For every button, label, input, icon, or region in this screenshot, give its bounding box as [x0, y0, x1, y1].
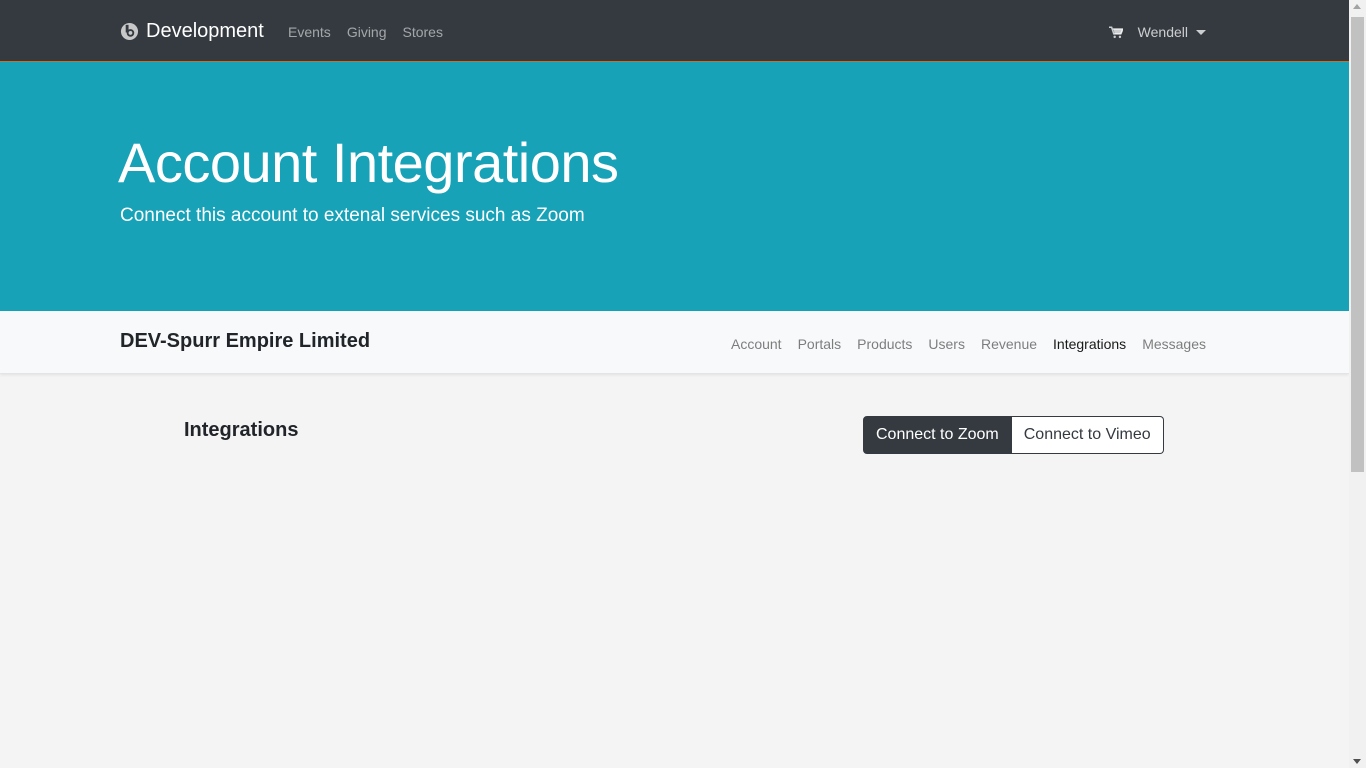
integrations-heading: Integrations: [184, 419, 299, 441]
top-navbar: Development Events Giving Stores Wendell: [0, 0, 1349, 62]
scroll-down-arrow-icon[interactable]: [1353, 759, 1361, 764]
nav-giving[interactable]: Giving: [339, 24, 395, 40]
nav-right: Wendell: [1108, 24, 1206, 40]
chevron-down-icon: [1196, 29, 1206, 35]
user-menu-dropdown[interactable]: Wendell: [1138, 24, 1206, 40]
tab-messages[interactable]: Messages: [1142, 336, 1206, 352]
tab-account[interactable]: Account: [731, 336, 782, 352]
organization-name: DEV-Spurr Empire Limited: [120, 330, 371, 352]
brand-name: Development: [146, 20, 264, 42]
tab-portals[interactable]: Portals: [798, 336, 842, 352]
user-name: Wendell: [1137, 24, 1188, 40]
connect-zoom-button[interactable]: Connect to Zoom: [863, 416, 1012, 454]
nav-stores[interactable]: Stores: [395, 24, 451, 40]
brand-link[interactable]: Development: [120, 20, 264, 43]
account-subnav: DEV-Spurr Empire Limited Account Portals…: [0, 311, 1349, 374]
page-subtitle: Connect this account to extenal services…: [120, 205, 585, 226]
scroll-up-arrow-icon[interactable]: [1353, 4, 1361, 9]
main-nav: Events Giving Stores: [280, 24, 451, 40]
page-title: Account Integrations: [118, 131, 619, 194]
integration-buttons: Connect to Zoom Connect to Vimeo: [863, 416, 1164, 454]
scroll-thumb[interactable]: [1351, 17, 1364, 472]
hero-banner: Account Integrations Connect this accoun…: [0, 62, 1349, 311]
logo-icon: [120, 22, 139, 41]
nav-events[interactable]: Events: [280, 24, 339, 40]
tab-users[interactable]: Users: [928, 336, 965, 352]
account-tabs: Account Portals Products Users Revenue I…: [715, 336, 1206, 352]
shopping-cart-icon[interactable]: [1108, 25, 1123, 39]
vertical-scrollbar[interactable]: [1349, 0, 1366, 768]
connect-vimeo-button[interactable]: Connect to Vimeo: [1011, 416, 1164, 454]
tab-integrations[interactable]: Integrations: [1053, 336, 1126, 352]
tab-revenue[interactable]: Revenue: [981, 336, 1037, 352]
tab-products[interactable]: Products: [857, 336, 912, 352]
